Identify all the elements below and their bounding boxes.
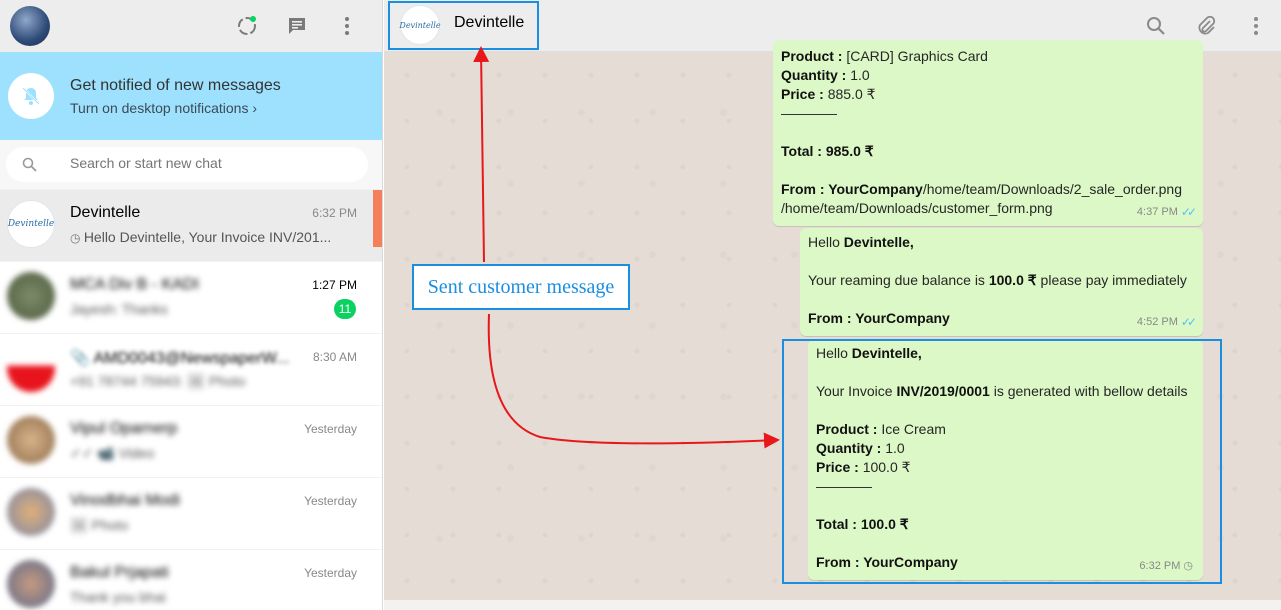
chat-preview: 🖼 Photo <box>70 517 129 533</box>
chat-preview: Thank you bhai <box>70 589 166 605</box>
chat-name: Bakul Prjapati <box>70 564 169 581</box>
chat-name: Vipul Oparnerp <box>70 420 178 437</box>
bell-off-icon <box>8 73 54 119</box>
chat-time: 1:27 PM <box>312 278 357 292</box>
menu-icon[interactable] <box>1242 12 1270 40</box>
chat-time: 8:30 AM <box>312 350 357 364</box>
chat-item[interactable]: 📎 AMD0043@NewspaperW... 8:30 AM +91 7874… <box>0 334 382 406</box>
message-line: Hello Devintelle, <box>808 234 914 250</box>
chat-preview: +91 78744 75943: 🖼 Photo <box>70 373 246 389</box>
message-line: From : YourCompany/home/team/Downloads/2… <box>781 181 1182 197</box>
message-meta: 4:52 PM ✓✓ <box>1137 313 1197 332</box>
chat-preview: Jayesh: Thanks <box>70 301 168 317</box>
chat-list-panel: Get notified of new messages Turn on des… <box>0 0 383 610</box>
chat-time: Yesterday <box>304 422 357 436</box>
highlight-header-box <box>388 1 539 50</box>
chat-name: Vinodbhai Modi <box>70 492 181 509</box>
search-icon <box>22 157 37 175</box>
message-meta: 4:37 PM ✓✓ <box>1137 203 1197 222</box>
chat-time: Yesterday <box>304 494 357 508</box>
double-tick-icon: ✓✓ <box>1180 205 1197 219</box>
search-input[interactable] <box>70 155 350 171</box>
my-avatar[interactable] <box>10 6 50 46</box>
chat-item[interactable]: Vinodbhai Modi Yesterday 🖼 Photo <box>0 478 382 550</box>
chat-item[interactable]: MCA Div B - KADI 1:27 PM Jayesh: Thanks … <box>0 262 382 334</box>
message-line: Quantity : 1.0 <box>781 67 870 83</box>
avatar <box>7 416 55 464</box>
message-line: Your reaming due balance is 100.0 ₹ plea… <box>808 272 1187 288</box>
attach-icon[interactable] <box>1192 12 1220 40</box>
search-icon[interactable] <box>1142 12 1170 40</box>
message-line: Total : 985.0 ₹ <box>781 143 874 159</box>
chat-time: Yesterday <box>304 566 357 580</box>
divider <box>781 113 837 115</box>
message-bubble: Hello Devintelle, Your reaming due balan… <box>800 228 1203 336</box>
chat-preview: ✓✓ 📹 Video <box>70 445 155 461</box>
message-bubble: Product : [CARD] Graphics Card Quantity … <box>773 40 1203 226</box>
search-box[interactable] <box>6 147 368 182</box>
avatar <box>7 272 55 320</box>
composer-bar[interactable] <box>384 600 1281 610</box>
avatar: Devintelle <box>7 200 55 248</box>
chat-item[interactable]: Vipul Oparnerp Yesterday ✓✓ 📹 Video <box>0 406 382 478</box>
chat-item[interactable]: Bakul Prjapati Yesterday Thank you bhai <box>0 550 382 610</box>
notification-title: Get notified of new messages <box>70 77 281 94</box>
annotation-label: Sent customer message <box>412 264 630 310</box>
new-chat-icon[interactable] <box>283 12 311 40</box>
avatar <box>7 560 55 608</box>
message-line: /home/team/Downloads/customer_form.png <box>781 200 1053 216</box>
menu-icon[interactable] <box>333 12 361 40</box>
notification-banner[interactable]: Get notified of new messages Turn on des… <box>0 52 382 140</box>
scroll-indicator[interactable] <box>373 190 382 247</box>
highlight-message-box <box>782 339 1222 584</box>
left-header <box>0 0 382 52</box>
status-icon[interactable] <box>233 12 261 40</box>
chat-time: 6:32 PM <box>312 206 357 220</box>
message-line: Product : [CARD] Graphics Card <box>781 48 988 64</box>
double-tick-icon: ✓✓ <box>1180 315 1197 329</box>
chat-name: MCA Div B - KADI <box>70 276 199 293</box>
notification-link[interactable]: Turn on desktop notifications › <box>70 100 257 116</box>
avatar <box>7 488 55 536</box>
clock-icon: ◷ <box>70 231 84 245</box>
chat-preview: ◷ Hello Devintelle, Your Invoice INV/201… <box>70 229 332 245</box>
message-line: Price : 885.0 ₹ <box>781 86 876 102</box>
chat-item-devintelle[interactable]: Devintelle Devintelle 6:32 PM ◷ Hello De… <box>0 190 382 262</box>
unread-badge: 11 <box>334 299 356 319</box>
avatar <box>7 344 55 392</box>
chat-name: Devintelle <box>70 204 141 221</box>
chat-name: 📎 AMD0043@NewspaperW... <box>70 350 290 367</box>
search-bar <box>0 140 382 190</box>
